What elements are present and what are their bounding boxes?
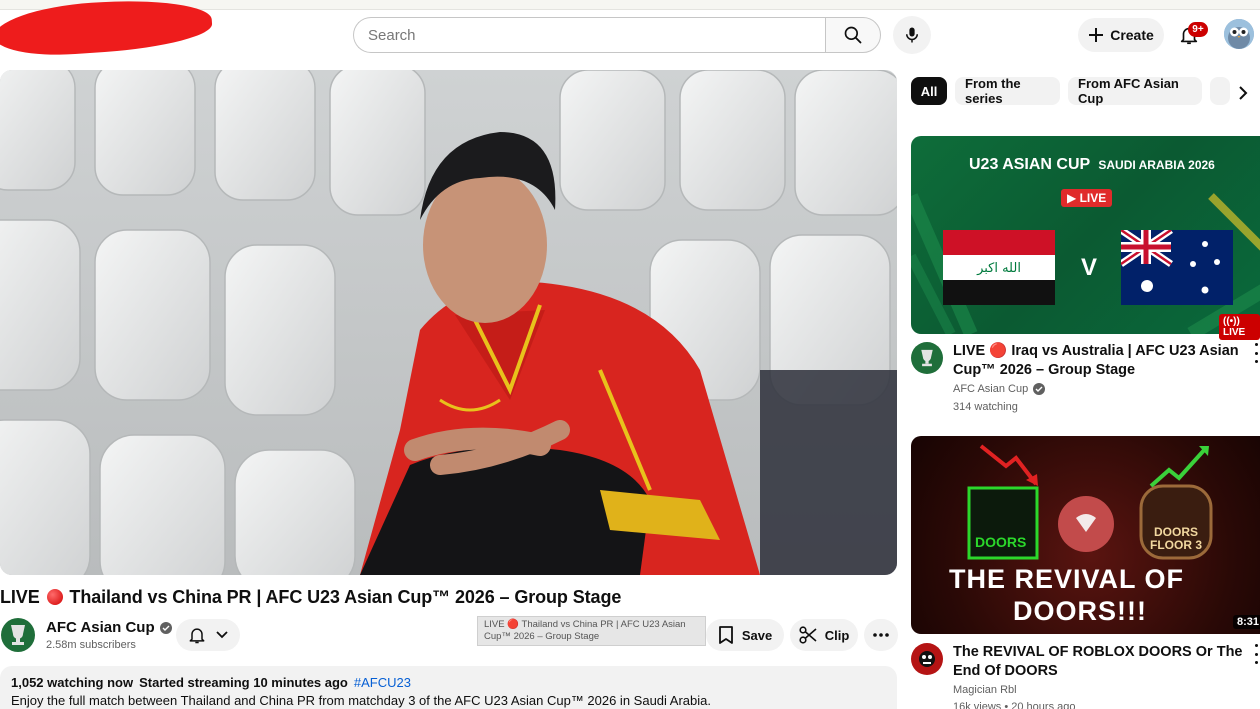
thumb-headline-1: THE REVIVAL OF bbox=[949, 564, 1185, 594]
versus-label: V bbox=[1081, 254, 1098, 281]
live-badge: ((•)) LIVE bbox=[1219, 314, 1260, 340]
owl-avatar-icon bbox=[1224, 19, 1254, 49]
channel-mascot-icon bbox=[919, 651, 935, 667]
subscriber-count: 2.58m subscribers bbox=[46, 639, 136, 651]
clip-button[interactable]: Clip bbox=[790, 619, 858, 651]
sidebar-channel-1[interactable]: AFC Asian Cup bbox=[953, 383, 1046, 395]
thumbnail-live-tag: ▶ LIVE bbox=[1061, 189, 1113, 207]
bell-icon bbox=[189, 628, 205, 644]
save-button[interactable]: Save bbox=[706, 619, 784, 651]
sidebar-video-title-2[interactable]: The REVIVAL OF ROBLOX DOORS Or The End O… bbox=[953, 643, 1245, 681]
sidebar-thumbnail-2[interactable]: DOORS DOORS FLOOR 3 THE REVIVAL OF DOORS… bbox=[911, 436, 1260, 634]
chip-all[interactable]: All bbox=[911, 77, 947, 105]
chip-overflow[interactable] bbox=[1210, 77, 1230, 105]
verified-badge-icon bbox=[1033, 383, 1046, 395]
more-horizontal-icon bbox=[873, 633, 889, 637]
bookmark-icon bbox=[718, 626, 733, 644]
sidebar-thumbnail-1[interactable]: U23 ASIAN CUP SAUDI ARABIA 2026 ▶ LIVE ا… bbox=[911, 136, 1260, 334]
sidebar-more-button-1[interactable] bbox=[1252, 343, 1260, 363]
channel-avatar[interactable] bbox=[1, 618, 35, 652]
video-player[interactable] bbox=[0, 70, 897, 575]
australia-flag-icon bbox=[1121, 230, 1233, 305]
stream-started: Started streaming 10 minutes ago bbox=[139, 675, 348, 690]
duration-badge: 8:31 bbox=[1233, 615, 1260, 629]
title-tooltip: LIVE 🔴 Thailand vs China PR | AFC U23 As… bbox=[477, 616, 706, 646]
watching-count: 1,052 watching now bbox=[11, 675, 134, 690]
tournament-host: SAUDI ARABIA 2026 bbox=[1098, 158, 1215, 172]
sidebar-more-button-2[interactable] bbox=[1252, 644, 1260, 664]
description-box[interactable]: 1,052 watching now Started streaming 10 … bbox=[0, 666, 897, 709]
thumb-left-label: DOORS bbox=[975, 534, 1027, 550]
live-red-dot-icon bbox=[46, 589, 63, 605]
search-input[interactable] bbox=[368, 26, 826, 44]
sidebar-video-title-1[interactable]: LIVE 🔴 Iraq vs Australia | AFC U23 Asian… bbox=[953, 342, 1245, 380]
sidebar-channel-name-2: Magician Rbl bbox=[953, 684, 1017, 696]
verified-badge-icon bbox=[159, 621, 172, 634]
sidebar-meta-1: 314 watching bbox=[953, 401, 1018, 413]
sidebar-channel-name-1: AFC Asian Cup bbox=[953, 383, 1029, 395]
chip-from-series[interactable]: From the series bbox=[955, 76, 1060, 106]
description-stats: 1,052 watching now Started streaming 10 … bbox=[11, 675, 886, 690]
channel-name-text: AFC Asian Cup bbox=[46, 619, 155, 636]
tournament-brand: U23 ASIAN CUP SAUDI ARABIA 2026 bbox=[969, 156, 1215, 174]
search-button[interactable] bbox=[825, 17, 881, 53]
chip-from-channel[interactable]: From AFC Asian Cup bbox=[1068, 76, 1202, 106]
sidebar-meta-2: 16k views • 20 hours ago bbox=[953, 701, 1076, 709]
microphone-icon bbox=[906, 27, 918, 43]
voice-search-button[interactable] bbox=[893, 16, 931, 54]
afc-cup-logo-icon bbox=[921, 349, 933, 367]
thumb-headline-2: DOORS!!! bbox=[1013, 596, 1147, 626]
live-badge-text: LIVE bbox=[1223, 327, 1246, 338]
search-box[interactable] bbox=[353, 17, 826, 53]
sidebar-channel-avatar-2[interactable] bbox=[911, 643, 943, 675]
thumbnail-live-text: LIVE bbox=[1079, 191, 1107, 205]
video-frame-stadium-scene bbox=[0, 70, 897, 575]
scissors-icon bbox=[799, 626, 817, 644]
create-label: Create bbox=[1110, 27, 1154, 43]
sidebar-channel-avatar-1[interactable] bbox=[911, 342, 943, 374]
create-button[interactable]: Create bbox=[1078, 18, 1164, 52]
notification-count-badge: 9+ bbox=[1188, 22, 1208, 37]
clip-label: Clip bbox=[824, 627, 850, 643]
account-avatar[interactable] bbox=[1224, 19, 1254, 49]
channel-name[interactable]: AFC Asian Cup bbox=[46, 619, 172, 636]
svg-text:الله اكبر: الله اكبر bbox=[976, 261, 1021, 276]
afc-cup-logo-icon bbox=[11, 625, 25, 645]
video-title-text: Thailand vs China PR | AFC U23 Asian Cup… bbox=[69, 587, 622, 607]
subscription-notification-button[interactable] bbox=[176, 619, 240, 651]
more-actions-button[interactable] bbox=[864, 619, 898, 651]
video-title: LIVE Thailand vs China PR | AFC U23 Asia… bbox=[0, 587, 621, 608]
chevron-down-icon bbox=[216, 631, 228, 639]
hashtag-link[interactable]: #AFCU23 bbox=[354, 675, 411, 690]
description-text: Enjoy the full match between Thailand an… bbox=[11, 693, 712, 708]
sidebar-channel-2[interactable]: Magician Rbl bbox=[953, 684, 1017, 696]
thumb-right-label: DOORS FLOOR 3 bbox=[1149, 525, 1202, 552]
iraq-flag-icon: الله اكبر bbox=[943, 230, 1055, 305]
search-icon bbox=[844, 26, 862, 44]
tournament-name: U23 ASIAN CUP bbox=[969, 156, 1090, 173]
plus-icon bbox=[1089, 28, 1104, 42]
chevron-right-icon bbox=[1239, 86, 1248, 100]
video-title-live: LIVE bbox=[0, 587, 40, 607]
chips-next-button[interactable] bbox=[1230, 80, 1256, 106]
save-label: Save bbox=[741, 627, 773, 643]
